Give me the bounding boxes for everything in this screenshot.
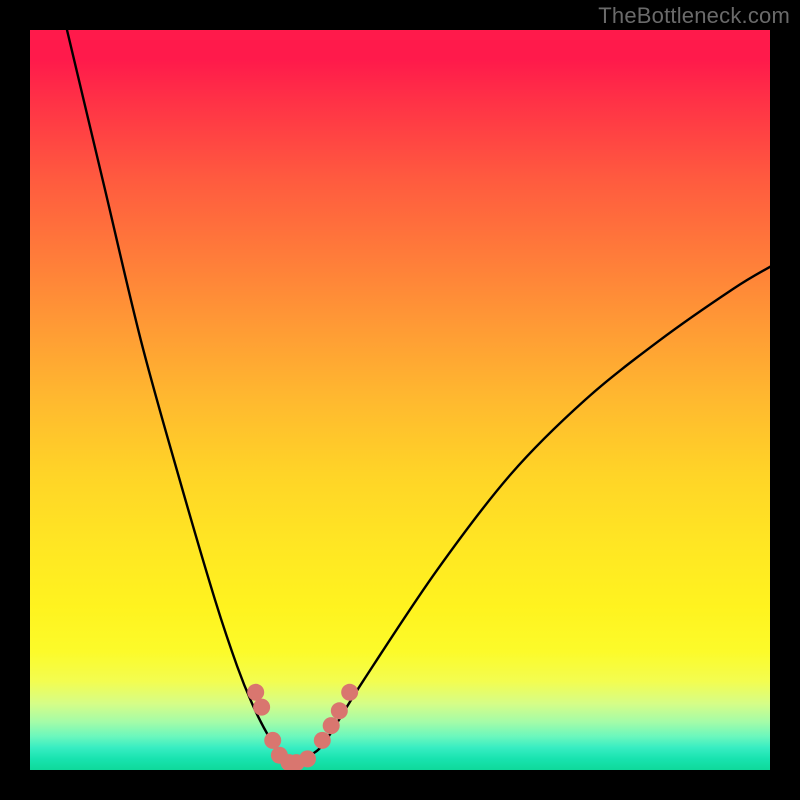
curve-marker: [247, 684, 264, 701]
chart-plot-area: [30, 30, 770, 770]
chart-frame: TheBottleneck.com: [0, 0, 800, 800]
curve-marker: [341, 684, 358, 701]
curve-marker: [264, 732, 281, 749]
watermark-text: TheBottleneck.com: [598, 3, 790, 29]
curve-marker: [331, 702, 348, 719]
chart-svg: [30, 30, 770, 770]
curve-marker: [253, 699, 270, 716]
curve-marker: [323, 717, 340, 734]
curve-marker: [299, 750, 316, 767]
bottleneck-curve-path: [67, 30, 770, 763]
curve-marker: [314, 732, 331, 749]
